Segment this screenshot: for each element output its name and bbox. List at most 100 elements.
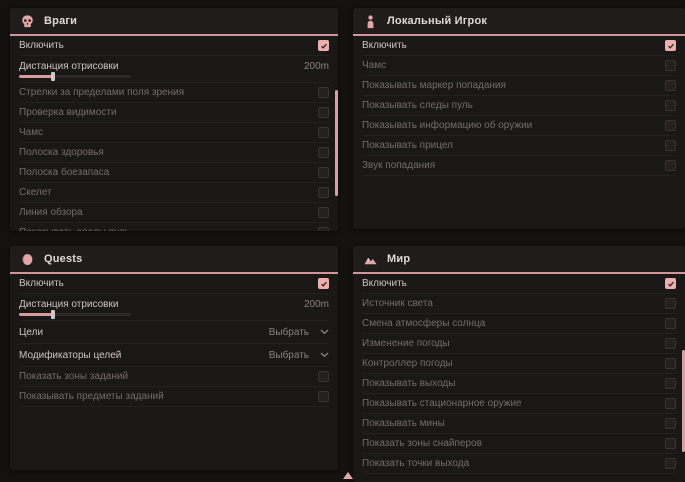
option-row[interactable]: Показывать прицел — [362, 136, 676, 156]
slider-row-render-distance: Дистанция отрисовки 200m — [19, 56, 329, 83]
panel-local-player-header[interactable]: Локальный Игрок — [353, 8, 685, 36]
checkbox[interactable] — [665, 458, 676, 469]
option-label: Показать зоны заданий — [19, 371, 128, 382]
option-row[interactable]: Показывать следы пуль — [19, 223, 329, 231]
option-row[interactable]: Показать зоны снайперов — [362, 434, 676, 454]
option-row[interactable]: Полоска здоровья — [19, 143, 329, 163]
slider-row-render-distance: Дистанция отрисовки 200m — [19, 294, 329, 321]
option-label: Проверка видимости — [19, 107, 117, 118]
checkbox[interactable] — [665, 298, 676, 309]
checkbox[interactable] — [665, 160, 676, 171]
option-row[interactable]: Источник света — [362, 294, 676, 314]
slider-handle[interactable] — [51, 310, 55, 319]
render-distance-slider[interactable] — [19, 313, 131, 316]
panel-enemies-header[interactable]: Враги — [10, 8, 338, 36]
checkbox[interactable] — [665, 438, 676, 449]
scrollbar-thumb[interactable] — [335, 90, 338, 196]
option-label: Полоска здоровья — [19, 147, 104, 158]
dropdown-row-target-modifiers: Модификаторы целей Выбрать — [19, 344, 329, 367]
option-label: Источник света — [362, 298, 433, 309]
chevron-down-icon — [320, 329, 329, 335]
option-label: Показывать выходы — [362, 378, 455, 389]
checkbox[interactable] — [665, 338, 676, 349]
checkbox[interactable] — [665, 358, 676, 369]
option-label: Показывать следы пуль — [19, 227, 130, 231]
option-row[interactable]: Стрелки за пределами поля зрения — [19, 83, 329, 103]
slider-value: 200m — [304, 299, 329, 310]
checkbox[interactable] — [318, 127, 329, 138]
checkbox[interactable] — [318, 207, 329, 218]
checkbox[interactable] — [665, 378, 676, 389]
option-row[interactable]: Полоска боезапаса — [19, 163, 329, 183]
panel-world-body: Включить Источник света Смена атмосферы … — [353, 274, 685, 474]
option-row[interactable]: Скелет — [19, 183, 329, 203]
checkbox[interactable] — [318, 107, 329, 118]
option-row[interactable]: Показывать предметы заданий — [19, 387, 329, 407]
render-distance-slider[interactable] — [19, 75, 131, 78]
checkbox[interactable] — [665, 278, 676, 289]
option-row[interactable]: Показывать выходы — [362, 374, 676, 394]
option-row[interactable]: Показывать информацию об оружии — [362, 116, 676, 136]
option-row[interactable]: Показать зоны заданий — [19, 367, 329, 387]
option-row-enable[interactable]: Включить — [362, 274, 676, 294]
checkbox[interactable] — [318, 87, 329, 98]
checkbox[interactable] — [318, 187, 329, 198]
option-row[interactable]: Звук попадания — [362, 156, 676, 176]
dropdown-label: Цели — [19, 327, 43, 338]
option-label: Включить — [19, 40, 64, 51]
option-label: Показать зоны снайперов — [362, 438, 482, 449]
option-label: Показывать прицел — [362, 140, 453, 151]
panel-world: Мир Включить Источник света Смена атмосф… — [353, 246, 685, 482]
option-row[interactable]: Контроллер погоды — [362, 354, 676, 374]
option-row[interactable]: Показать точки выхода — [362, 454, 676, 474]
quest-icon — [20, 252, 35, 267]
panel-world-header[interactable]: Мир — [353, 246, 685, 274]
slider-handle[interactable] — [51, 72, 55, 81]
resize-handle-icon[interactable] — [343, 472, 353, 479]
checkbox[interactable] — [318, 371, 329, 382]
option-row[interactable]: Чамс — [19, 123, 329, 143]
panel-title: Quests — [44, 253, 83, 265]
option-row[interactable]: Проверка видимости — [19, 103, 329, 123]
checkbox[interactable] — [665, 120, 676, 131]
checkbox[interactable] — [318, 167, 329, 178]
option-label: Показывать стационарное оружие — [362, 398, 522, 409]
option-label: Скелет — [19, 187, 52, 198]
checkbox[interactable] — [665, 398, 676, 409]
option-row[interactable]: Линия обзора — [19, 203, 329, 223]
option-row[interactable]: Изменение погоды — [362, 334, 676, 354]
option-label: Показать точки выхода — [362, 458, 469, 469]
panel-enemies: Враги Включить Дистанция отрисовки 200m … — [10, 8, 338, 231]
option-row[interactable]: Показывать маркер попадания — [362, 76, 676, 96]
player-icon — [363, 14, 378, 29]
checkbox[interactable] — [318, 40, 329, 51]
option-row-enable[interactable]: Включить — [362, 36, 676, 56]
checkbox[interactable] — [665, 40, 676, 51]
slider-fill — [19, 313, 53, 316]
option-row[interactable]: Показывать следы пуль — [362, 96, 676, 116]
option-row[interactable]: Чамс — [362, 56, 676, 76]
checkbox[interactable] — [665, 60, 676, 71]
checkbox[interactable] — [665, 100, 676, 111]
checkbox[interactable] — [318, 227, 329, 231]
option-row-enable[interactable]: Включить — [19, 274, 329, 294]
panel-title: Мир — [387, 253, 410, 265]
target-modifiers-dropdown[interactable]: Выбрать — [269, 350, 329, 361]
option-label: Включить — [362, 278, 407, 289]
checkbox[interactable] — [665, 140, 676, 151]
targets-dropdown[interactable]: Выбрать — [269, 327, 329, 338]
panel-local-player: Локальный Игрок Включить Чамс Показывать… — [353, 8, 685, 229]
chevron-down-icon — [320, 352, 329, 358]
panel-quests-header[interactable]: Quests — [10, 246, 338, 274]
option-row[interactable]: Смена атмосферы солнца — [362, 314, 676, 334]
checkbox[interactable] — [318, 147, 329, 158]
option-row[interactable]: Показывать мины — [362, 414, 676, 434]
option-row-enable[interactable]: Включить — [19, 36, 329, 56]
slider-label: Дистанция отрисовки — [19, 61, 118, 72]
checkbox[interactable] — [665, 80, 676, 91]
checkbox[interactable] — [318, 391, 329, 402]
option-row[interactable]: Показывать стационарное оружие — [362, 394, 676, 414]
checkbox[interactable] — [665, 318, 676, 329]
checkbox[interactable] — [318, 278, 329, 289]
checkbox[interactable] — [665, 418, 676, 429]
